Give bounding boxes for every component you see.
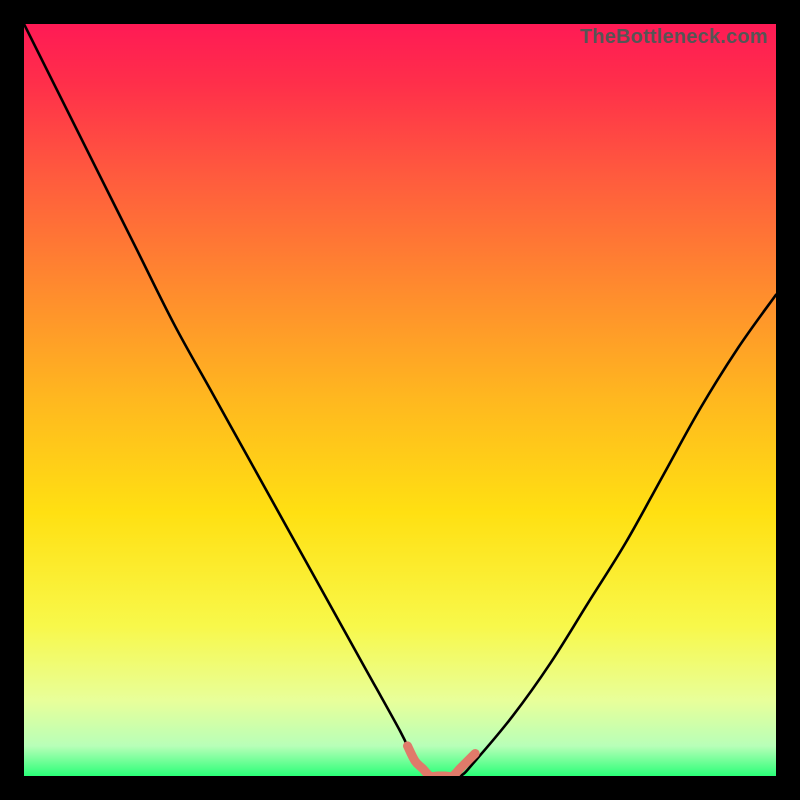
bottleneck-curve-path: [24, 24, 776, 776]
curve-svg: [24, 24, 776, 776]
chart-frame: TheBottleneck.com: [12, 12, 788, 788]
gradient-plot-area: TheBottleneck.com: [24, 24, 776, 776]
